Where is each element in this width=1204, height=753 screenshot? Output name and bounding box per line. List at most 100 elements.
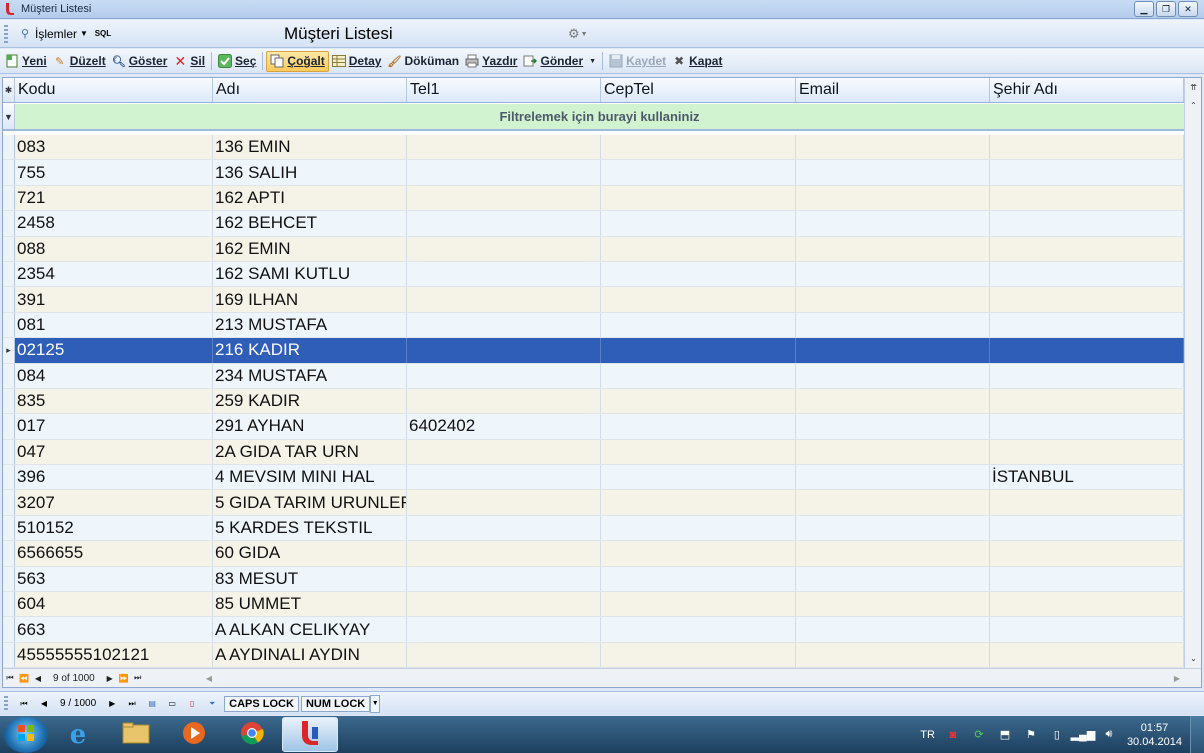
table-cell[interactable]: 084 bbox=[15, 363, 213, 388]
next-record-icon[interactable]: ▶ bbox=[103, 671, 117, 685]
action-center-flag-icon[interactable]: ⚑ bbox=[1023, 727, 1039, 743]
table-cell[interactable]: 60 GIDA bbox=[213, 541, 407, 566]
row-indicator[interactable] bbox=[3, 566, 15, 592]
antivirus-icon[interactable]: ◙ bbox=[945, 727, 961, 743]
scroll-right-icon[interactable]: ▶ bbox=[1170, 671, 1184, 685]
table-row[interactable]: 088 162 EMIN bbox=[3, 236, 1184, 262]
table-cell[interactable]: 162 APTI bbox=[213, 185, 407, 211]
table-row[interactable]: 663 A ALKAN CELIKYAY bbox=[3, 617, 1184, 643]
table-cell[interactable] bbox=[990, 642, 1184, 668]
table-cell[interactable]: 2354 bbox=[15, 261, 213, 287]
table-cell[interactable] bbox=[796, 566, 990, 592]
row-indicator-arrow-icon[interactable]: ▸ bbox=[3, 338, 15, 363]
table-cell[interactable]: 2A GIDA TAR URN bbox=[213, 439, 407, 465]
table-cell[interactable] bbox=[601, 363, 796, 388]
table-cell[interactable]: 604 bbox=[15, 592, 213, 617]
volume-icon[interactable]: 🔊︎ bbox=[1101, 727, 1117, 743]
table-row[interactable]: 396 4 MEVSIM MINI HAL İSTANBUL bbox=[3, 465, 1184, 491]
table-cell[interactable] bbox=[601, 135, 796, 160]
next-page-icon[interactable]: ⏩ bbox=[117, 671, 131, 685]
table-cell[interactable]: A AYDINALI AYDIN bbox=[213, 642, 407, 668]
table-cell[interactable] bbox=[796, 236, 990, 261]
table-cell[interactable] bbox=[601, 642, 796, 668]
table-cell[interactable]: 6402402 bbox=[407, 414, 601, 439]
table-cell[interactable]: 088 bbox=[15, 236, 213, 261]
table-cell[interactable]: 047 bbox=[15, 439, 213, 465]
table-cell[interactable]: 5 GIDA TARIM URUNLERI bbox=[213, 490, 407, 515]
row-indicator[interactable] bbox=[3, 211, 15, 236]
table-cell[interactable] bbox=[990, 490, 1184, 515]
table-row[interactable]: 563 83 MESUT bbox=[3, 566, 1184, 593]
table-cell[interactable] bbox=[990, 541, 1184, 566]
table-cell[interactable] bbox=[796, 312, 990, 338]
table-cell[interactable] bbox=[990, 414, 1184, 439]
table-cell[interactable] bbox=[796, 363, 990, 388]
row-indicator[interactable] bbox=[3, 617, 15, 642]
table-cell[interactable] bbox=[990, 566, 1184, 592]
prev-record-icon[interactable]: ◀ bbox=[37, 697, 51, 711]
table-cell[interactable] bbox=[796, 261, 990, 287]
table-cell[interactable] bbox=[407, 617, 601, 642]
table-row[interactable]: 721 162 APTI bbox=[3, 185, 1184, 212]
column-header-email[interactable]: Email bbox=[796, 78, 990, 102]
scroll-left-icon[interactable]: ◀ bbox=[202, 671, 216, 685]
start-button[interactable] bbox=[4, 716, 48, 753]
new-button[interactable]: Yeni bbox=[2, 51, 50, 72]
table-cell[interactable] bbox=[796, 287, 990, 312]
table-cell[interactable] bbox=[601, 592, 796, 617]
table-cell[interactable] bbox=[601, 414, 796, 439]
table-cell[interactable] bbox=[601, 439, 796, 465]
row-indicator[interactable] bbox=[3, 642, 15, 668]
table-cell[interactable]: 83 MESUT bbox=[213, 566, 407, 592]
table-cell[interactable] bbox=[796, 160, 990, 185]
scroll-top-icon[interactable]: ⇈ bbox=[1186, 80, 1201, 95]
table-cell[interactable] bbox=[990, 261, 1184, 287]
statusbar-dropdown[interactable]: ▼ bbox=[370, 694, 381, 713]
row-indicator[interactable] bbox=[3, 185, 15, 211]
table-cell[interactable] bbox=[601, 261, 796, 287]
table-cell[interactable] bbox=[407, 363, 601, 388]
row-indicator[interactable] bbox=[3, 287, 15, 312]
scroll-down-icon[interactable]: ⌄ bbox=[1186, 651, 1201, 666]
table-cell[interactable] bbox=[990, 617, 1184, 642]
taskbar-ie[interactable]: e bbox=[50, 717, 106, 752]
table-cell[interactable] bbox=[601, 541, 796, 566]
restore-button[interactable]: ❐ bbox=[1156, 1, 1176, 17]
settings-gear-button[interactable]: ⚙ ▼ bbox=[568, 26, 588, 42]
filter-icon[interactable]: ▼ bbox=[3, 104, 15, 129]
duplicate-button[interactable]: Çoğalt bbox=[266, 50, 329, 72]
table-cell[interactable]: 2458 bbox=[15, 211, 213, 236]
row-indicator[interactable] bbox=[3, 236, 15, 261]
table-row[interactable]: 45555555102121 A AYDINALI AYDIN bbox=[3, 642, 1184, 669]
prev-record-icon[interactable]: ◀ bbox=[31, 671, 45, 685]
table-row[interactable]: 084 234 MUSTAFA bbox=[3, 363, 1184, 389]
table-cell[interactable] bbox=[601, 388, 796, 414]
table-cell[interactable] bbox=[407, 490, 601, 515]
table-row[interactable]: 391 169 ILHAN bbox=[3, 287, 1184, 313]
vertical-scrollbar[interactable]: ⇈ ⌃ ⌄ bbox=[1184, 78, 1201, 668]
row-indicator[interactable] bbox=[3, 439, 15, 465]
table-cell[interactable]: 755 bbox=[15, 160, 213, 185]
table-cell[interactable]: 4 MEVSIM MINI HAL bbox=[213, 465, 407, 490]
show-desktop-button[interactable] bbox=[1190, 716, 1204, 753]
table-cell[interactable] bbox=[796, 439, 990, 465]
table-cell[interactable] bbox=[407, 236, 601, 261]
table-cell[interactable] bbox=[407, 515, 601, 541]
taskbar-chrome[interactable] bbox=[224, 717, 280, 752]
column-header-adi[interactable]: Adı bbox=[213, 78, 407, 102]
table-cell[interactable] bbox=[796, 414, 990, 439]
table-cell[interactable] bbox=[796, 211, 990, 236]
table-row[interactable]: 081 213 MUSTAFA bbox=[3, 312, 1184, 339]
notes-icon[interactable]: ▭ bbox=[165, 697, 179, 711]
column-header-tel1[interactable]: Tel1 bbox=[407, 78, 601, 102]
table-row[interactable]: 510152 5 KARDES TEKSTIL bbox=[3, 515, 1184, 542]
table-cell[interactable] bbox=[407, 287, 601, 312]
table-cell[interactable]: 85 UMMET bbox=[213, 592, 407, 617]
table-cell[interactable] bbox=[407, 642, 601, 668]
table-cell[interactable]: 169 ILHAN bbox=[213, 287, 407, 312]
table-cell[interactable] bbox=[796, 135, 990, 160]
table-cell[interactable] bbox=[990, 160, 1184, 185]
table-cell[interactable] bbox=[407, 312, 601, 338]
table-row[interactable]: 017 291 AYHAN 6402402 bbox=[3, 414, 1184, 440]
table-row[interactable]: 835 259 KADIR bbox=[3, 388, 1184, 415]
